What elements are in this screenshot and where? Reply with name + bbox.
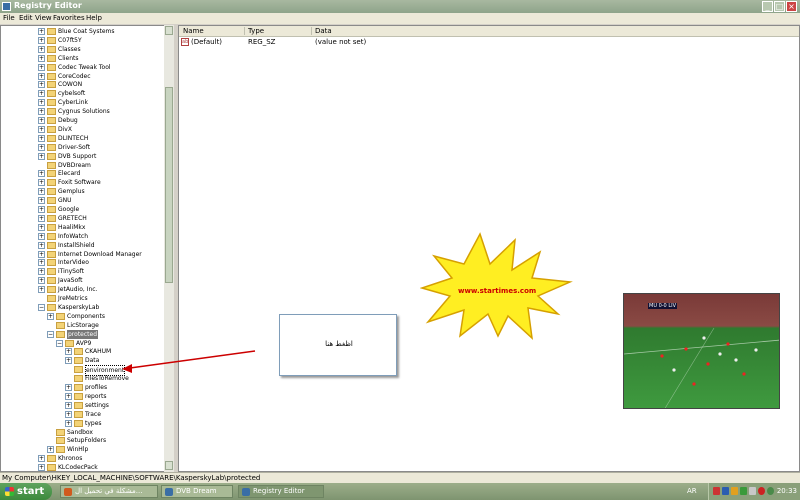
taskbar-button-dvb-dream[interactable]: DVB Dream bbox=[161, 485, 233, 498]
taskbar: start مشكلة في تحميل ال... DVB Dream Reg… bbox=[0, 483, 800, 500]
browser-icon bbox=[64, 488, 72, 496]
scoreboard: MU 0-0 LIV bbox=[648, 303, 677, 309]
clock: 20:33 bbox=[776, 487, 797, 495]
starburst-banner: www.startimes.com bbox=[419, 232, 575, 342]
language-indicator[interactable]: AR bbox=[687, 487, 697, 495]
system-tray: 20:33 bbox=[708, 483, 800, 500]
annotation-arrow bbox=[122, 350, 256, 373]
taskbar-button-registry-editor[interactable]: Registry Editor bbox=[238, 485, 324, 498]
registry-editor-icon bbox=[242, 488, 250, 496]
start-button[interactable]: start bbox=[0, 483, 52, 500]
football-match-image: MU 0-0 LIV bbox=[623, 293, 780, 409]
taskbar-button-forum[interactable]: مشكلة في تحميل ال... bbox=[60, 485, 158, 498]
dvb-dream-icon bbox=[165, 488, 173, 496]
tray-folder-icon[interactable] bbox=[731, 487, 738, 495]
tray-antivirus-icon[interactable] bbox=[713, 487, 720, 495]
tray-speaker-icon[interactable] bbox=[749, 487, 756, 495]
tray-network-icon[interactable] bbox=[722, 487, 729, 495]
windows-logo-icon bbox=[5, 487, 14, 496]
starburst-text: www.startimes.com bbox=[458, 287, 537, 295]
pitch-lines bbox=[624, 327, 779, 408]
tray-alert-icon[interactable] bbox=[758, 487, 765, 495]
tray-shield-icon[interactable] bbox=[740, 487, 747, 495]
status-path: My Computer\HKEY_LOCAL_MACHINE\SOFTWARE\… bbox=[2, 474, 261, 482]
tray-status-icon[interactable] bbox=[767, 487, 774, 495]
